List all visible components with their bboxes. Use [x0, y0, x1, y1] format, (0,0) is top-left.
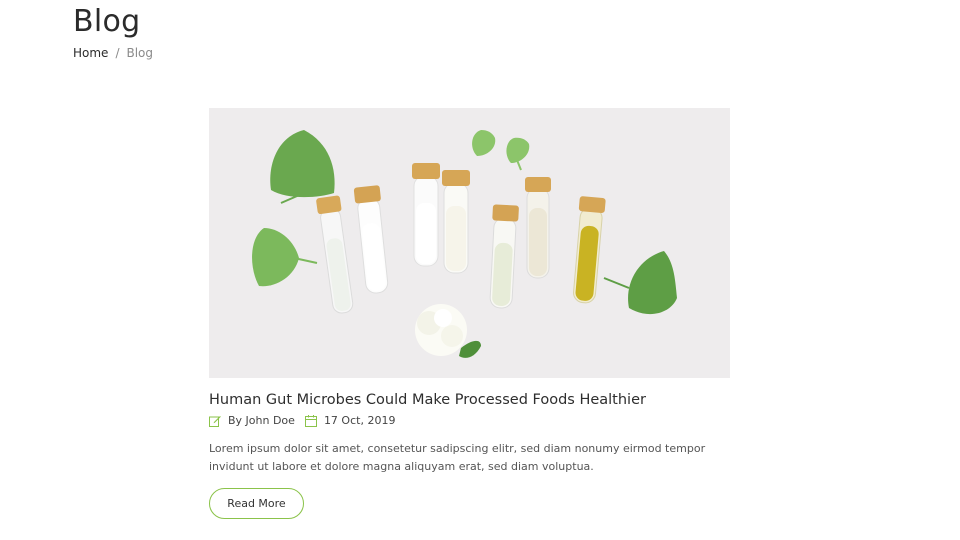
calendar-icon: [304, 414, 317, 427]
edit-icon: [209, 415, 221, 427]
post-date: 17 Oct, 2019: [323, 414, 396, 427]
test-tube-3: [412, 163, 440, 267]
test-tube-6: [525, 177, 551, 279]
breadcrumb-home-link[interactable]: Home: [73, 46, 108, 60]
post-title[interactable]: Human Gut Microbes Could Make Processed …: [209, 392, 730, 408]
breadcrumb-separator: /: [115, 46, 120, 60]
post-author[interactable]: By John Doe: [228, 414, 295, 427]
post-excerpt: Lorem ipsum dolor sit amet, consetetur s…: [209, 442, 706, 473]
read-more-button[interactable]: Read More: [209, 488, 304, 519]
page-title: Blog: [73, 4, 141, 39]
post-image[interactable]: [209, 108, 730, 378]
blog-post-card: Human Gut Microbes Could Make Processed …: [209, 108, 730, 519]
post-meta: By John Doe 17 Oct, 2019: [209, 414, 730, 427]
test-tube-4: [442, 170, 470, 274]
breadcrumb: Home / Blog: [73, 46, 153, 60]
breadcrumb-current: Blog: [126, 46, 154, 60]
